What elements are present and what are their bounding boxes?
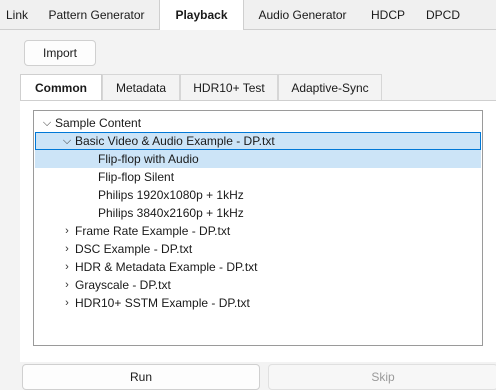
import-button[interactable]: Import <box>24 40 96 66</box>
tree-node-label: DSC Example - DP.txt <box>75 242 193 256</box>
tree-leaf-flip-flop-silent[interactable]: Flip-flop Silent <box>34 168 480 186</box>
tree-node-label: Grayscale - DP.txt <box>75 278 171 292</box>
tree-node-frame-rate[interactable]: › Frame Rate Example - DP.txt <box>34 222 480 240</box>
tab-hdr10-test[interactable]: HDR10+ Test <box>180 74 278 100</box>
chevron-down-icon[interactable]: ⌵ <box>62 132 72 150</box>
common-tab-page: ⌵ Sample Content ⌵ Basic Video & Audio E… <box>20 100 496 362</box>
chevron-right-icon[interactable]: › <box>62 276 72 294</box>
tree-node-sample-content[interactable]: ⌵ Sample Content <box>34 114 480 132</box>
tree-node-dsc[interactable]: › DSC Example - DP.txt <box>34 240 480 258</box>
playback-panel: Import Common Metadata HDR10+ Test Adapt… <box>0 30 496 390</box>
tree-leaf-flip-flop-audio[interactable]: Flip-flop with Audio <box>34 150 480 168</box>
run-button[interactable]: Run <box>22 364 260 390</box>
sample-content-tree[interactable]: ⌵ Sample Content ⌵ Basic Video & Audio E… <box>33 110 483 346</box>
tree-node-label: Frame Rate Example - DP.txt <box>75 224 231 238</box>
tab-link[interactable]: Link <box>0 0 34 30</box>
tree-node-label: Philips 3840x2160p + 1kHz <box>98 206 244 220</box>
chevron-right-icon[interactable]: › <box>62 258 72 276</box>
tab-adaptive-sync[interactable]: Adaptive-Sync <box>278 74 382 100</box>
tab-pattern-generator[interactable]: Pattern Generator <box>34 0 159 30</box>
tree-node-label: Basic Video & Audio Example - DP.txt <box>75 134 275 148</box>
tree-node-hdr-metadata[interactable]: › HDR & Metadata Example - DP.txt <box>34 258 480 276</box>
tree-leaf-philips-1080p[interactable]: Philips 1920x1080p + 1kHz <box>34 186 480 204</box>
tab-dpcd[interactable]: DPCD <box>415 0 471 30</box>
chevron-right-icon[interactable]: › <box>62 240 72 258</box>
tree-node-label: HDR & Metadata Example - DP.txt <box>75 260 258 274</box>
chevron-down-icon[interactable]: ⌵ <box>42 114 52 132</box>
tree-leaf-philips-2160p[interactable]: Philips 3840x2160p + 1kHz <box>34 204 480 222</box>
tree-node-label: HDR10+ SSTM Example - DP.txt <box>75 296 250 310</box>
tree-node-label: Sample Content <box>55 116 142 130</box>
tree-node-label: Flip-flop Silent <box>98 170 175 184</box>
skip-button[interactable]: Skip <box>268 364 496 390</box>
tree-node-label: Philips 1920x1080p + 1kHz <box>98 188 244 202</box>
tree-node-hdr10-sstm[interactable]: › HDR10+ SSTM Example - DP.txt <box>34 294 480 312</box>
tree-node-label: Flip-flop with Audio <box>98 152 199 166</box>
tab-audio-generator[interactable]: Audio Generator <box>244 0 361 30</box>
chevron-right-icon[interactable]: › <box>62 294 72 312</box>
tab-playback[interactable]: Playback <box>159 0 244 31</box>
tab-metadata[interactable]: Metadata <box>102 74 180 100</box>
tab-hdcp[interactable]: HDCP <box>361 0 415 30</box>
chevron-right-icon[interactable]: › <box>62 222 72 240</box>
tree-node-grayscale[interactable]: › Grayscale - DP.txt <box>34 276 480 294</box>
tree-node-basic-file[interactable]: ⌵ Basic Video & Audio Example - DP.txt <box>34 132 480 150</box>
main-tab-bar: Link Pattern Generator Playback Audio Ge… <box>0 0 496 31</box>
tab-common[interactable]: Common <box>20 74 102 101</box>
